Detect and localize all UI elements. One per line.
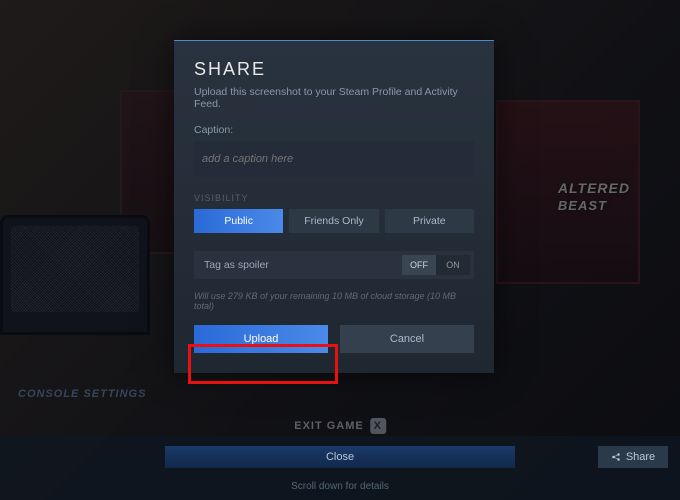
- spoiler-label: Tag as spoiler: [204, 259, 269, 271]
- cancel-button[interactable]: Cancel: [340, 325, 474, 353]
- share-button[interactable]: Share: [598, 446, 668, 468]
- caption-label: Caption:: [194, 124, 474, 136]
- storage-info: Will use 279 KB of your remaining 10 MB …: [194, 291, 474, 311]
- close-button[interactable]: Close: [165, 446, 515, 468]
- visibility-public[interactable]: Public: [194, 209, 283, 233]
- dialog-subtitle: Upload this screenshot to your Steam Pro…: [194, 86, 474, 110]
- toggle-on[interactable]: ON: [436, 255, 470, 275]
- dialog-actions: Upload Cancel: [194, 325, 474, 353]
- visibility-friends-only[interactable]: Friends Only: [289, 209, 378, 233]
- toggle-off[interactable]: OFF: [402, 255, 436, 275]
- upload-button[interactable]: Upload: [194, 325, 328, 353]
- share-dialog: SHARE Upload this screenshot to your Ste…: [174, 40, 494, 373]
- dialog-title: SHARE: [194, 59, 474, 80]
- visibility-private[interactable]: Private: [385, 209, 474, 233]
- spoiler-row: Tag as spoiler OFF ON: [194, 251, 474, 279]
- scroll-hint: Scroll down for details: [291, 481, 389, 492]
- overlay-bottom-bar: Close Share Scroll down for details: [0, 436, 680, 500]
- caption-input[interactable]: [194, 141, 474, 177]
- spoiler-toggle[interactable]: OFF ON: [402, 255, 470, 275]
- visibility-row: Public Friends Only Private: [194, 209, 474, 233]
- share-icon: [611, 452, 621, 462]
- visibility-label: VISIBILITY: [194, 193, 474, 203]
